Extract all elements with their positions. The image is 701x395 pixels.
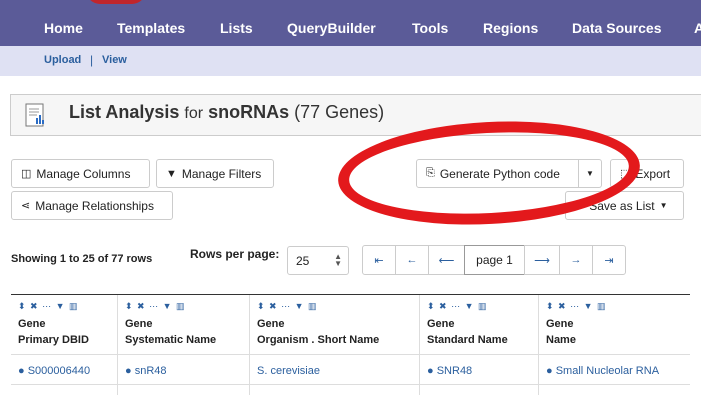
- column-header-line2: Name: [546, 334, 576, 346]
- manage-filters-label: Manage Filters: [181, 166, 262, 181]
- updown-arrow-icon: ▲ ▼: [334, 252, 342, 268]
- next-page-icon: ⟶: [534, 254, 550, 267]
- globe-icon: ●: [18, 365, 25, 377]
- manage-filters-button[interactable]: ▼ Manage Filters: [156, 159, 274, 188]
- fast-forward-icon: →: [570, 254, 582, 266]
- sub-navigation-bar: Upload | View: [0, 46, 701, 76]
- cell-text: S000006440: [27, 365, 91, 377]
- cell-text: S. cerevisiae: [257, 365, 320, 377]
- column-header-line1: Gene: [546, 318, 574, 330]
- nav-item-templates[interactable]: Templates: [117, 20, 185, 36]
- row-count-summary: Showing 1 to 25 of 77 rows: [11, 253, 153, 265]
- table-cell-link[interactable]: ● snR48: [125, 365, 167, 377]
- column-tools[interactable]: ⬍ ✖ ⋯ ▼ ▥: [427, 301, 488, 312]
- table-column: ⬍ ✖ ⋯ ▼ ▥ Gene Systematic Name ● snR48: [117, 295, 249, 395]
- manage-columns-label: Manage Columns: [36, 166, 131, 181]
- row-divider: [11, 384, 690, 385]
- subnav-upload-link[interactable]: Upload: [44, 54, 81, 66]
- gene-count: (77 Genes): [294, 102, 385, 122]
- fast-back-icon: ←: [406, 254, 418, 266]
- list-name: snoRNAs: [208, 102, 290, 122]
- nav-item-home[interactable]: Home: [44, 20, 83, 36]
- column-header-line1: Gene: [257, 318, 285, 330]
- page-title-main: List Analysis: [69, 102, 180, 122]
- current-page-button[interactable]: page 1: [464, 245, 525, 275]
- table-cell-link[interactable]: ● Small Nucleolar RNA: [546, 365, 659, 377]
- subnav-view-link[interactable]: View: [102, 54, 127, 66]
- filter-icon: ▼: [166, 167, 177, 180]
- column-header-line1: Gene: [18, 318, 46, 330]
- table-column: ⬍ ✖ ⋯ ▼ ▥ Gene Standard Name ● SNR48: [419, 295, 538, 395]
- page-title: List Analysis for snoRNAs (77 Genes): [69, 102, 384, 123]
- nav-item-truncated[interactable]: A: [694, 20, 701, 36]
- caret-down-icon: ▼: [659, 201, 668, 210]
- prev-page-icon: ⟵: [438, 254, 455, 267]
- column-tools[interactable]: ⬍ ✖ ⋯ ▼ ▥: [257, 301, 318, 312]
- row-divider: [11, 354, 690, 355]
- list-analysis-icon: [25, 103, 44, 127]
- nav-item-regions[interactable]: Regions: [483, 20, 538, 36]
- results-table: ⬍ ✖ ⋯ ▼ ▥ Gene Primary DBID ● S000006440…: [11, 294, 690, 395]
- table-column: ⬍ ✖ ⋯ ▼ ▥ Gene Name ● Small Nucleolar RN…: [538, 295, 690, 395]
- table-column: ⬍ ✖ ⋯ ▼ ▥ Gene Primary DBID ● S000006440: [11, 295, 117, 395]
- rows-per-page-select[interactable]: 25 ▲ ▼: [287, 246, 349, 275]
- table-cell-link[interactable]: ● S000006440: [18, 365, 90, 377]
- next-page-button[interactable]: ⟶: [524, 245, 560, 275]
- logo: [86, 0, 146, 4]
- table-column: ⬍ ✖ ⋯ ▼ ▥ Gene Organism . Short Name S. …: [249, 295, 419, 395]
- page-title-for: for: [184, 105, 204, 122]
- column-tools[interactable]: ⬍ ✖ ⋯ ▼ ▥: [18, 301, 79, 312]
- top-navigation-bar: Home Templates Lists QueryBuilder Tools …: [0, 0, 701, 46]
- subnav-separator: |: [90, 53, 94, 67]
- column-header-line2: Standard Name: [427, 334, 508, 346]
- columns-icon: ◫: [21, 168, 32, 180]
- table-cell-link[interactable]: ● SNR48: [427, 365, 472, 377]
- fast-back-button[interactable]: ←: [395, 245, 429, 275]
- nav-item-querybuilder[interactable]: QueryBuilder: [287, 20, 376, 36]
- column-tools[interactable]: ⬍ ✖ ⋯ ▼ ▥: [546, 301, 607, 312]
- column-header-line1: Gene: [125, 318, 153, 330]
- first-page-button[interactable]: ⇤: [362, 245, 396, 275]
- cell-text: SNR48: [436, 365, 473, 377]
- column-header-line2: Primary DBID: [18, 334, 89, 346]
- cell-text: Small Nucleolar RNA: [555, 365, 660, 377]
- globe-icon: ●: [546, 365, 553, 377]
- manage-relationships-label: Manage Relationships: [35, 198, 154, 213]
- globe-icon: ●: [125, 365, 132, 377]
- first-page-icon: ⇤: [374, 254, 384, 267]
- page-header: List Analysis for snoRNAs (77 Genes): [10, 94, 701, 136]
- column-header-line2: Systematic Name: [125, 334, 217, 346]
- last-page-icon: ⇥: [604, 254, 614, 267]
- current-page-label: page 1: [476, 253, 513, 267]
- table-cell-link[interactable]: S. cerevisiae: [257, 365, 320, 377]
- column-tools[interactable]: ⬍ ✖ ⋯ ▼ ▥: [125, 301, 186, 312]
- prev-page-button[interactable]: ⟵: [428, 245, 465, 275]
- manage-columns-button[interactable]: ◫ Manage Columns: [11, 159, 150, 188]
- nav-item-tools[interactable]: Tools: [412, 20, 448, 36]
- column-header-line1: Gene: [427, 318, 455, 330]
- fast-forward-button[interactable]: →: [559, 245, 593, 275]
- nav-item-data-sources[interactable]: Data Sources: [572, 20, 661, 36]
- cell-text: snR48: [134, 365, 167, 377]
- column-header-line2: Organism . Short Name: [257, 334, 380, 346]
- rows-per-page-label: Rows per page:: [190, 247, 280, 261]
- rows-per-page-value: 25: [296, 254, 310, 268]
- share-icon: ⋖: [21, 200, 31, 212]
- last-page-button[interactable]: ⇥: [592, 245, 626, 275]
- manage-relationships-button[interactable]: ⋖ Manage Relationships: [11, 191, 173, 220]
- export-label: Export: [635, 166, 671, 181]
- globe-icon: ●: [427, 365, 434, 377]
- nav-item-lists[interactable]: Lists: [220, 20, 253, 36]
